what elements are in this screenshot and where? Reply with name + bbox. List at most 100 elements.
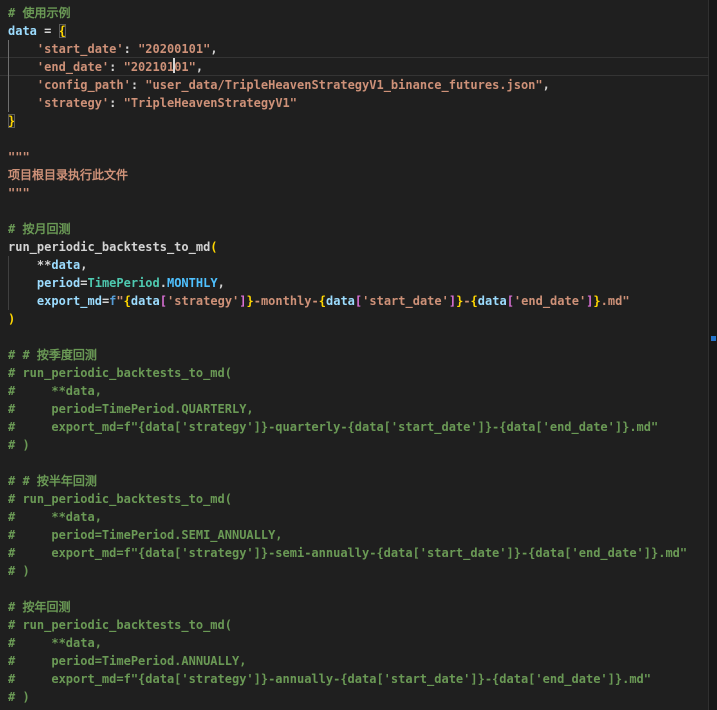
code-token-va: data [478,294,507,308]
code-line[interactable]: # 按年回测 [0,598,709,616]
code-line[interactable]: # export_md=f"{data['strategy']}-semi-an… [0,544,709,562]
code-line[interactable]: 'strategy': "TripleHeavenStrategyV1" [0,94,709,112]
code-token-br: ) [8,312,15,326]
code-token-tx [8,42,37,56]
code-token-st: 'start_date' [362,294,449,308]
code-line[interactable] [0,454,709,472]
code-token-st: "20200101" [138,42,210,56]
code-token-va: period [37,276,80,290]
code-token-va: data [326,294,355,308]
code-line[interactable]: # ) [0,562,709,580]
code-line[interactable]: 'start_date': "20200101", [0,40,709,58]
code-token-cm: # # 按半年回测 [8,474,97,488]
code-line[interactable]: export_md=f"{data['strategy']}-monthly-{… [0,292,709,310]
code-token-co: MONTHLY [167,276,218,290]
indent-guide [8,274,9,292]
code-line[interactable]: # export_md=f"{data['strategy']}-quarter… [0,418,709,436]
indent-guide [8,256,9,274]
code-line[interactable]: # run_periodic_backtests_to_md( [0,364,709,382]
code-token-cm: # 使用示例 [8,6,70,20]
code-line[interactable]: # period=TimePeriod.ANNUALLY, [0,652,709,670]
code-line[interactable]: # run_periodic_backtests_to_md( [0,490,709,508]
code-token-st: 项目根目录执行此文件 [8,168,128,182]
code-token-cm: # period=TimePeriod.SEMI_ANNUALLY, [8,528,283,542]
code-token-va: data [8,24,37,38]
code-token-cm: # run_periodic_backtests_to_md( [8,618,232,632]
scrollbar-overview-ruler[interactable] [708,0,717,710]
code-token-cm: # period=TimePeriod.QUARTERLY, [8,402,254,416]
code-token-cm: # **data, [8,384,102,398]
code-token-va: data [131,294,160,308]
code-token-cm: # run_periodic_backtests_to_md( [8,492,232,506]
code-token-tx: ** [8,258,51,272]
code-token-st: 'strategy' [167,294,239,308]
code-token-st: -monthly- [254,294,319,308]
code-line[interactable]: # # 按季度回测 [0,346,709,364]
indent-guide [8,94,9,112]
code-token-cm: # ) [8,564,30,578]
matched-bracket: } [8,114,15,128]
code-line[interactable] [0,130,709,148]
code-line[interactable]: } [0,112,709,130]
code-line[interactable]: # run_periodic_backtests_to_md( [0,616,709,634]
code-token-tx [8,96,37,110]
code-line[interactable] [0,202,709,220]
code-line[interactable]: # # 按半年回测 [0,472,709,490]
code-token-cl: TimePeriod [88,276,160,290]
code-token-tx: , [218,276,225,290]
overview-ruler-marker [711,336,716,341]
indent-guide [8,292,9,310]
code-token-st: " [116,294,123,308]
code-editor[interactable]: # 使用示例 data = { 'start_date': "20200101",… [0,0,709,710]
code-token-tx: = [37,24,59,38]
code-token-cm: # export_md=f"{data['strategy']}-quarter… [8,420,658,434]
code-token-br: { [471,294,478,308]
code-line[interactable]: # **data, [0,508,709,526]
code-token-tx: : [109,60,123,74]
code-token-st: 01" [174,60,196,74]
indent-guide [8,58,9,76]
code-line[interactable]: # period=TimePeriod.SEMI_ANNUALLY, [0,526,709,544]
code-line[interactable]: # export_md=f"{data['strategy']}-annuall… [0,670,709,688]
code-line[interactable]: **data, [0,256,709,274]
code-token-pk: [ [507,294,514,308]
code-line[interactable]: data = { [0,22,709,40]
code-line[interactable]: # ) [0,688,709,706]
code-token-st: - [463,294,470,308]
code-line[interactable]: # 按月回测 [0,220,709,238]
code-line[interactable]: # 使用示例 [0,4,709,22]
code-line[interactable]: 项目根目录执行此文件 [0,166,709,184]
code-token-pk: [ [160,294,167,308]
code-token-cm: # # 按季度回测 [8,348,97,362]
code-line[interactable]: period=TimePeriod.MONTHLY, [0,274,709,292]
code-token-tx [8,78,37,92]
code-line[interactable]: # **data, [0,634,709,652]
code-token-cm: # **data, [8,510,102,524]
code-line[interactable]: # **data, [0,382,709,400]
code-token-tx: , [210,42,217,56]
code-token-cm: # ) [8,438,30,452]
code-token-tx: , [543,78,550,92]
code-token-st: 'start_date' [37,42,124,56]
code-token-st: 'strategy' [37,96,109,110]
code-line[interactable]: ) [0,310,709,328]
code-token-tx: : [124,42,138,56]
code-token-br: { [319,294,326,308]
indent-guide [8,40,9,58]
code-line[interactable]: 'end_date': "20210101", [0,58,709,76]
code-line[interactable]: 'config_path': "user_data/TripleHeavenSt… [0,76,709,94]
code-line[interactable]: # ) [0,436,709,454]
code-line[interactable]: """ [0,148,709,166]
code-line[interactable]: run_periodic_backtests_to_md( [0,238,709,256]
code-line[interactable] [0,328,709,346]
indent-guide [8,76,9,94]
code-area[interactable]: # 使用示例 data = { 'start_date': "20200101",… [0,4,709,706]
code-line[interactable] [0,580,709,598]
code-token-br: { [124,294,131,308]
code-token-st: .md" [601,294,630,308]
code-line[interactable]: """ [0,184,709,202]
code-token-tx: , [196,60,203,74]
code-line[interactable]: # period=TimePeriod.QUARTERLY, [0,400,709,418]
matched-bracket: { [59,24,66,38]
code-token-br: } [593,294,600,308]
